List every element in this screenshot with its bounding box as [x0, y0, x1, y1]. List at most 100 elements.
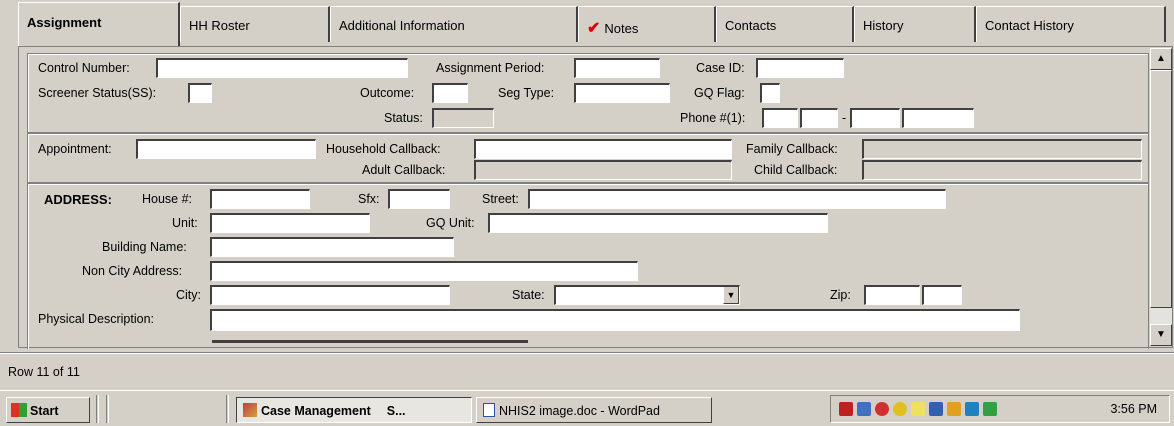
phone-extension-field[interactable] — [902, 108, 974, 128]
sfx-field[interactable] — [388, 189, 450, 209]
house-number-label: House #: — [142, 192, 193, 206]
house-number-field[interactable] — [210, 189, 310, 209]
task-label: NHIS2 image.doc - WordPad — [499, 404, 660, 418]
sfx-label: Sfx: — [358, 192, 380, 206]
state-select[interactable]: ▼ — [554, 285, 740, 305]
monitor-icon[interactable] — [929, 402, 943, 416]
seg-type-label: Seg Type: — [498, 86, 555, 100]
non-city-address-label: Non City Address: — [82, 264, 183, 278]
drive-icon[interactable] — [965, 402, 979, 416]
case-id-field[interactable] — [756, 58, 844, 78]
outcome-label: Outcome: — [360, 86, 415, 100]
control-number-field[interactable] — [156, 58, 408, 78]
control-number-label: Control Number: — [38, 61, 130, 75]
divider — [226, 395, 229, 423]
scroll-up-icon[interactable]: ▲ — [1150, 48, 1172, 70]
address-heading: ADDRESS: — [44, 192, 112, 207]
family-callback-label: Family Callback: — [746, 142, 838, 156]
building-name-field[interactable] — [210, 237, 454, 257]
zip-plus4-field[interactable] — [922, 285, 962, 305]
row-counter: Row 11 of 11 — [8, 365, 80, 379]
tab-additional-information[interactable]: Additional Information — [330, 6, 578, 42]
tab-label: Assignment — [27, 15, 102, 30]
windows-logo-icon — [11, 403, 27, 417]
tab-label: Notes — [604, 21, 639, 36]
gq-flag-field[interactable] — [760, 83, 780, 103]
tab-label: History — [863, 18, 904, 33]
phone-prefix-field[interactable] — [800, 108, 838, 128]
zip-label: Zip: — [830, 288, 851, 302]
checkmark-icon: ✔ — [587, 20, 601, 37]
status-bar: Row 11 of 11 — [0, 360, 1174, 384]
physical-description-label: Physical Description: — [38, 312, 155, 326]
printer-icon[interactable] — [857, 402, 871, 416]
household-callback-field[interactable] — [474, 139, 732, 159]
city-label: City: — [176, 288, 201, 302]
tab-contacts[interactable]: Contacts — [716, 6, 854, 42]
assignment-period-field[interactable] — [574, 58, 660, 78]
unit-label: Unit: — [172, 216, 198, 230]
case-management-icon — [243, 403, 257, 417]
adult-callback-label: Adult Callback: — [362, 163, 446, 177]
child-callback-label: Child Callback: — [754, 163, 838, 177]
gq-unit-label: GQ Unit: — [426, 216, 475, 230]
document-icon — [483, 403, 495, 417]
gq-unit-field[interactable] — [488, 213, 828, 233]
taskbar-wordpad[interactable]: NHIS2 image.doc - WordPad — [476, 397, 712, 423]
divider — [96, 395, 99, 423]
phone-number-field[interactable] — [850, 108, 900, 128]
case-id-label: Case ID: — [696, 61, 745, 75]
sync-icon[interactable] — [983, 402, 997, 416]
start-button[interactable]: Start — [6, 397, 90, 423]
scroll-divider — [212, 340, 528, 343]
tab-assignment[interactable]: Assignment — [18, 2, 180, 46]
screener-status-field[interactable] — [188, 83, 212, 103]
assignment-panel: Control Number: Assignment Period: Case … — [18, 46, 1173, 349]
non-city-address-field[interactable] — [210, 261, 638, 281]
street-field[interactable] — [528, 189, 946, 209]
tab-history[interactable]: History — [854, 6, 976, 42]
network-icon[interactable] — [839, 402, 853, 416]
zip-field[interactable] — [864, 285, 920, 305]
seg-type-field[interactable] — [574, 83, 670, 103]
folder-icon[interactable] — [911, 402, 925, 416]
security-icon[interactable] — [875, 402, 889, 416]
tab-hh-roster[interactable]: HH Roster — [180, 6, 330, 42]
update-icon[interactable] — [893, 402, 907, 416]
vertical-scrollbar[interactable]: ▲ ▼ — [1150, 48, 1172, 346]
status-field — [432, 108, 494, 128]
phone-label: Phone #(1): — [680, 111, 746, 125]
screener-status-label: Screener Status(SS): — [38, 86, 157, 100]
assignment-period-label: Assignment Period: — [436, 61, 545, 75]
divider — [106, 395, 109, 423]
case-info-section: Control Number: Assignment Period: Case … — [27, 53, 1149, 133]
physical-description-field[interactable] — [210, 309, 1020, 331]
unit-field[interactable] — [210, 213, 370, 233]
tab-notes[interactable]: ✔ Notes — [578, 6, 716, 42]
phone-area-field[interactable] — [762, 108, 798, 128]
state-label: State: — [512, 288, 545, 302]
city-field[interactable] — [210, 285, 450, 305]
taskbar-case-management[interactable]: Case Management S... — [236, 397, 472, 423]
household-callback-label: Household Callback: — [326, 142, 441, 156]
phone-dash: - — [842, 111, 847, 125]
tab-label: Contacts — [725, 18, 777, 33]
start-label: Start — [30, 404, 59, 418]
tab-label: Additional Information — [339, 18, 465, 33]
child-callback-field — [862, 160, 1142, 180]
family-callback-field — [862, 139, 1142, 159]
gq-flag-label: GQ Flag: — [694, 86, 745, 100]
scroll-down-icon[interactable]: ▼ — [1150, 324, 1172, 346]
scroll-thumb[interactable] — [1150, 70, 1172, 308]
taskbar: Start Case Management S... NHIS2 image.do… — [0, 390, 1174, 426]
tab-contact-history[interactable]: Contact History — [976, 6, 1166, 42]
clock: 3:56 PM — [1110, 402, 1157, 416]
tab-label: HH Roster — [189, 18, 250, 33]
appointment-field[interactable] — [136, 139, 316, 159]
key-icon[interactable] — [947, 402, 961, 416]
task-label: Case Management — [261, 404, 371, 418]
callback-section: Appointment: Household Callback: Family … — [27, 133, 1149, 183]
adult-callback-field — [474, 160, 732, 180]
chevron-down-icon[interactable]: ▼ — [723, 287, 739, 304]
outcome-field[interactable] — [432, 83, 468, 103]
